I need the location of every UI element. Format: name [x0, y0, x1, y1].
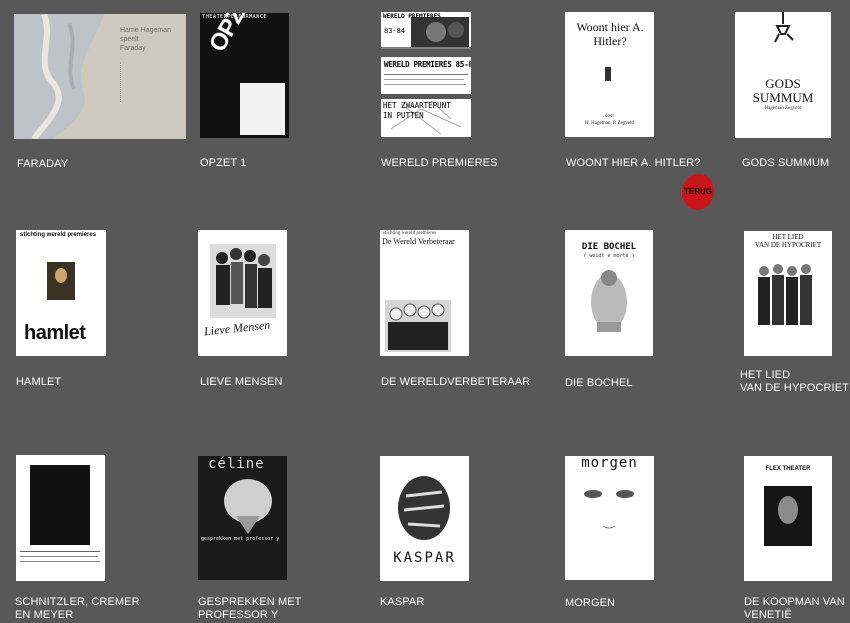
- caption-wereld-premieres[interactable]: WERELD PREMIERES: [381, 157, 498, 169]
- caption-koopman-2[interactable]: VENETIË: [744, 609, 792, 621]
- caption-wereldverbeteraar[interactable]: DE WERELDVERBETERAAR: [381, 376, 530, 388]
- bochel-poster-image[interactable]: DIE BOCHEL ( weidt e morte ): [565, 230, 653, 356]
- wereld-top-banner: WERELD PREMIERES: [383, 13, 441, 20]
- caption-schnitzler-1[interactable]: SCHNITZLER, CREMER: [15, 596, 140, 608]
- wereld-mid-image[interactable]: WERELD PREMIERES 85-86: [381, 57, 471, 94]
- hitler-poster-image[interactable]: Woont hier A. Hitler? door H. Hageman, P…: [565, 12, 654, 137]
- gods-poster-image[interactable]: GODS SUMMUM Hageman Zegveld: [735, 12, 831, 138]
- terug-button[interactable]: TERUG: [682, 174, 714, 210]
- lieve-poster-image[interactable]: Lieve Mensen: [198, 230, 287, 356]
- schnitzler-photo: [30, 465, 90, 545]
- kaspar-title: KASPAR: [393, 550, 456, 566]
- caption-opzet[interactable]: OPZET 1: [200, 157, 246, 169]
- opzet-poster-image[interactable]: THEATERPERFORMANCE OPZET: [200, 13, 289, 138]
- hitler-title: Woont hier A. Hitler?: [576, 20, 644, 48]
- wereld-bottom-image[interactable]: HET ZWAARTEPUNT IN PUTTEN: [381, 99, 471, 137]
- verbeteraar-poster-image[interactable]: stichting wereld premieres De Wereld Ver…: [380, 230, 469, 356]
- gods-subtitle: Hageman Zegveld: [764, 106, 802, 111]
- wereld-bottom-banner: HET ZWAARTEPUNT IN PUTTEN: [383, 101, 451, 120]
- faraday-poster-image[interactable]: Hame Hageman speelt Faraday: [14, 14, 186, 139]
- morgen-poster-image[interactable]: morgen: [565, 456, 654, 580]
- koopman-header: FLEX THEATER: [765, 466, 811, 472]
- celine-subtitle: gesprekken met professor y: [201, 536, 280, 542]
- celine-poster-image[interactable]: céline gesprekken met professor y: [198, 456, 287, 580]
- schnitzler-poster-image[interactable]: [16, 455, 105, 581]
- hypocriet-group-photo: [758, 264, 812, 325]
- caption-lieve-mensen[interactable]: LIEVE MENSEN: [200, 376, 283, 388]
- caption-faraday[interactable]: FARADAY: [17, 158, 68, 170]
- kaspar-poster-image[interactable]: KASPAR: [380, 456, 469, 581]
- wereld-top-years: 83-84: [384, 27, 406, 35]
- verbeteraar-group-photo: [385, 300, 451, 352]
- caption-koopman-1[interactable]: DE KOOPMAN VAN: [744, 596, 845, 608]
- hamlet-mona-lisa: [47, 262, 75, 300]
- caption-die-bochel[interactable]: DIE BOCHEL: [565, 377, 633, 389]
- faraday-line-1: Hame Hageman: [120, 27, 171, 34]
- caption-het-lied-1[interactable]: HET LIED: [740, 369, 790, 381]
- wereld-top-image[interactable]: WERELD PREMIERES 83-84: [381, 12, 471, 49]
- morgen-face-artwork: [584, 490, 634, 529]
- hamlet-poster-image[interactable]: stichting wereld premieres hamlet: [16, 230, 106, 356]
- hitler-by: door: [604, 114, 615, 119]
- bochel-figure-photo: [591, 270, 627, 332]
- hitler-figure: [605, 67, 611, 81]
- faraday-line-2: speelt: [120, 36, 139, 43]
- caption-schnitzler-2[interactable]: EN MEYER: [15, 609, 73, 621]
- koopman-photo: [764, 486, 812, 546]
- hamlet-title: hamlet: [24, 322, 86, 344]
- caption-celine-2[interactable]: PROFESSOR Y: [198, 609, 278, 621]
- caption-het-lied-2[interactable]: VAN DE HYPOCRIET: [740, 382, 849, 394]
- caption-kaspar[interactable]: KASPAR: [380, 596, 424, 608]
- hypocriet-poster-image[interactable]: HET LIED VAN DE HYPOCRIET: [744, 231, 832, 356]
- gods-title-2: SUMMUM: [752, 90, 814, 105]
- caption-hamlet[interactable]: HAMLET: [16, 376, 61, 388]
- hitler-authors: H. Hageman, P. Zegveld: [585, 121, 634, 126]
- caption-morgen[interactable]: MORGEN: [565, 597, 615, 609]
- caption-hitler[interactable]: WOONT HIER A. HITLER?: [566, 157, 701, 169]
- koopman-poster-image[interactable]: FLEX THEATER: [744, 456, 832, 581]
- faraday-line-3: Faraday: [120, 45, 146, 52]
- celine-face-artwork: [224, 479, 272, 534]
- hamlet-org: stichting wereld premieres: [20, 232, 97, 238]
- caption-gods-summum[interactable]: GODS SUMMUM: [742, 157, 829, 169]
- gods-figure-artwork: [774, 12, 794, 43]
- wereld-mid-banner: WERELD PREMIERES 85-86: [384, 60, 471, 69]
- caption-celine-1[interactable]: GESPREKKEN MET: [198, 596, 301, 608]
